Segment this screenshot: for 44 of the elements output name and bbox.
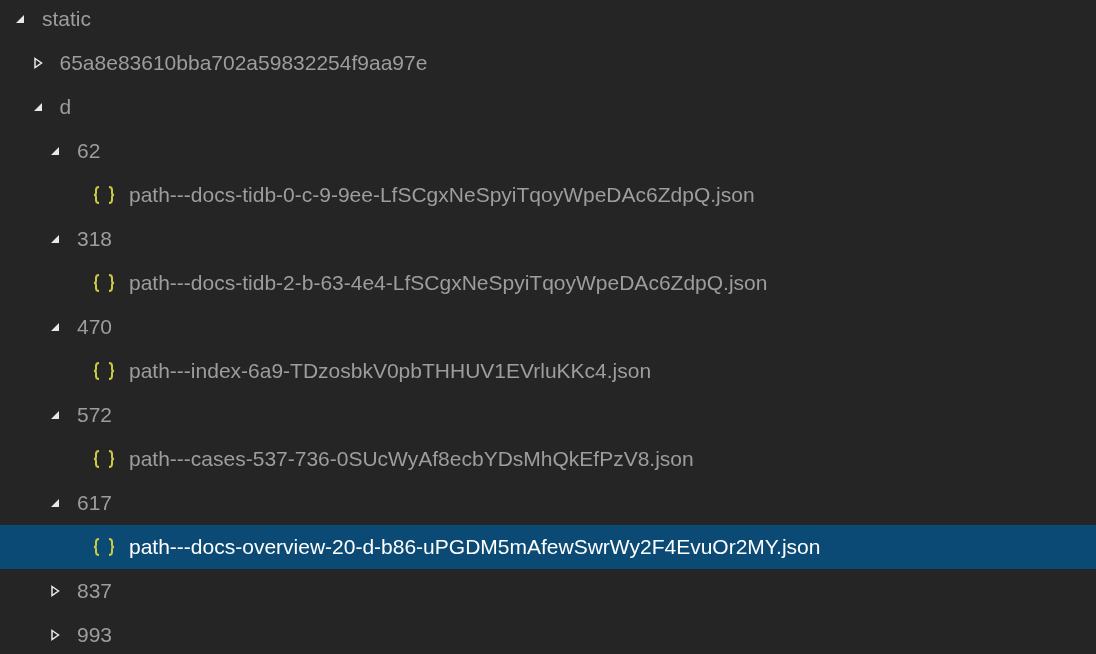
folder-row[interactable]: static — [0, 0, 1096, 41]
braces-icon — [93, 449, 115, 469]
folder-name: d — [59, 94, 72, 121]
folder-name: 572 — [77, 402, 113, 429]
file-row[interactable]: path---cases-537-736-0SUcWyAf8ecbYDsMhQkEfPzV8.json — [0, 437, 1096, 481]
braces-icon — [93, 185, 115, 205]
folder-row[interactable]: 470 — [0, 305, 1096, 349]
expanded-arrow-icon[interactable] — [49, 145, 61, 157]
file-name: path---index-6a9-TDzosbkV0pbTHHUV1EVrluKKc4.json — [129, 358, 652, 385]
folder-name: 470 — [77, 314, 113, 341]
file-name: path---docs-overview-20-d-b86-uPGDM5mAfewSwrWy2F4EvuOr2MY.json — [129, 534, 821, 561]
expanded-arrow-icon[interactable] — [14, 13, 26, 25]
folder-name: 837 — [77, 578, 113, 605]
expanded-arrow-icon[interactable] — [49, 233, 61, 245]
file-row[interactable]: path---index-6a9-TDzosbkV0pbTHHUV1EVrluKKc4.json — [0, 349, 1096, 393]
braces-icon — [93, 361, 115, 381]
braces-icon — [93, 273, 115, 293]
collapsed-arrow-icon[interactable] — [49, 585, 61, 597]
file-name: path---docs-tidb-2-b-63-4e4-LfSCgxNeSpyiTqoyWpeDAc6ZdpQ.json — [129, 270, 768, 297]
folder-row[interactable]: 617 — [0, 481, 1096, 525]
folder-name: 65a8e83610bba702a59832254f9aa97e — [59, 50, 428, 77]
folder-name: 62 — [77, 138, 101, 165]
folder-name: 617 — [77, 490, 113, 517]
folder-row[interactable]: 993 — [0, 613, 1096, 654]
folder-name: 993 — [77, 622, 113, 649]
collapsed-arrow-icon[interactable] — [49, 629, 61, 641]
folder-name: static — [42, 6, 91, 33]
folder-row[interactable]: 572 — [0, 393, 1096, 437]
folder-row[interactable]: 62 — [0, 129, 1096, 173]
folder-row[interactable]: 65a8e83610bba702a59832254f9aa97e — [0, 41, 1096, 85]
file-row[interactable]: path---docs-overview-20-d-b86-uPGDM5mAfewSwrWy2F4EvuOr2MY.json — [0, 525, 1096, 569]
expanded-arrow-icon[interactable] — [49, 497, 61, 509]
file-row[interactable]: path---docs-tidb-0-c-9-9ee-LfSCgxNeSpyiTqoyWpeDAc6ZdpQ.json — [0, 173, 1096, 217]
file-name: path---cases-537-736-0SUcWyAf8ecbYDsMhQkEfPzV8.json — [129, 446, 694, 473]
folder-name: 318 — [77, 226, 113, 253]
braces-icon — [93, 537, 115, 557]
expanded-arrow-icon[interactable] — [49, 321, 61, 333]
expanded-arrow-icon[interactable] — [49, 409, 61, 421]
folder-row[interactable]: 837 — [0, 569, 1096, 613]
folder-row[interactable]: d — [0, 85, 1096, 129]
folder-row[interactable]: 318 — [0, 217, 1096, 261]
file-name: path---docs-tidb-0-c-9-9ee-LfSCgxNeSpyiTqoyWpeDAc6ZdpQ.json — [129, 182, 755, 209]
collapsed-arrow-icon[interactable] — [31, 57, 44, 69]
file-row[interactable]: path---docs-tidb-2-b-63-4e4-LfSCgxNeSpyiTqoyWpeDAc6ZdpQ.json — [0, 261, 1096, 305]
